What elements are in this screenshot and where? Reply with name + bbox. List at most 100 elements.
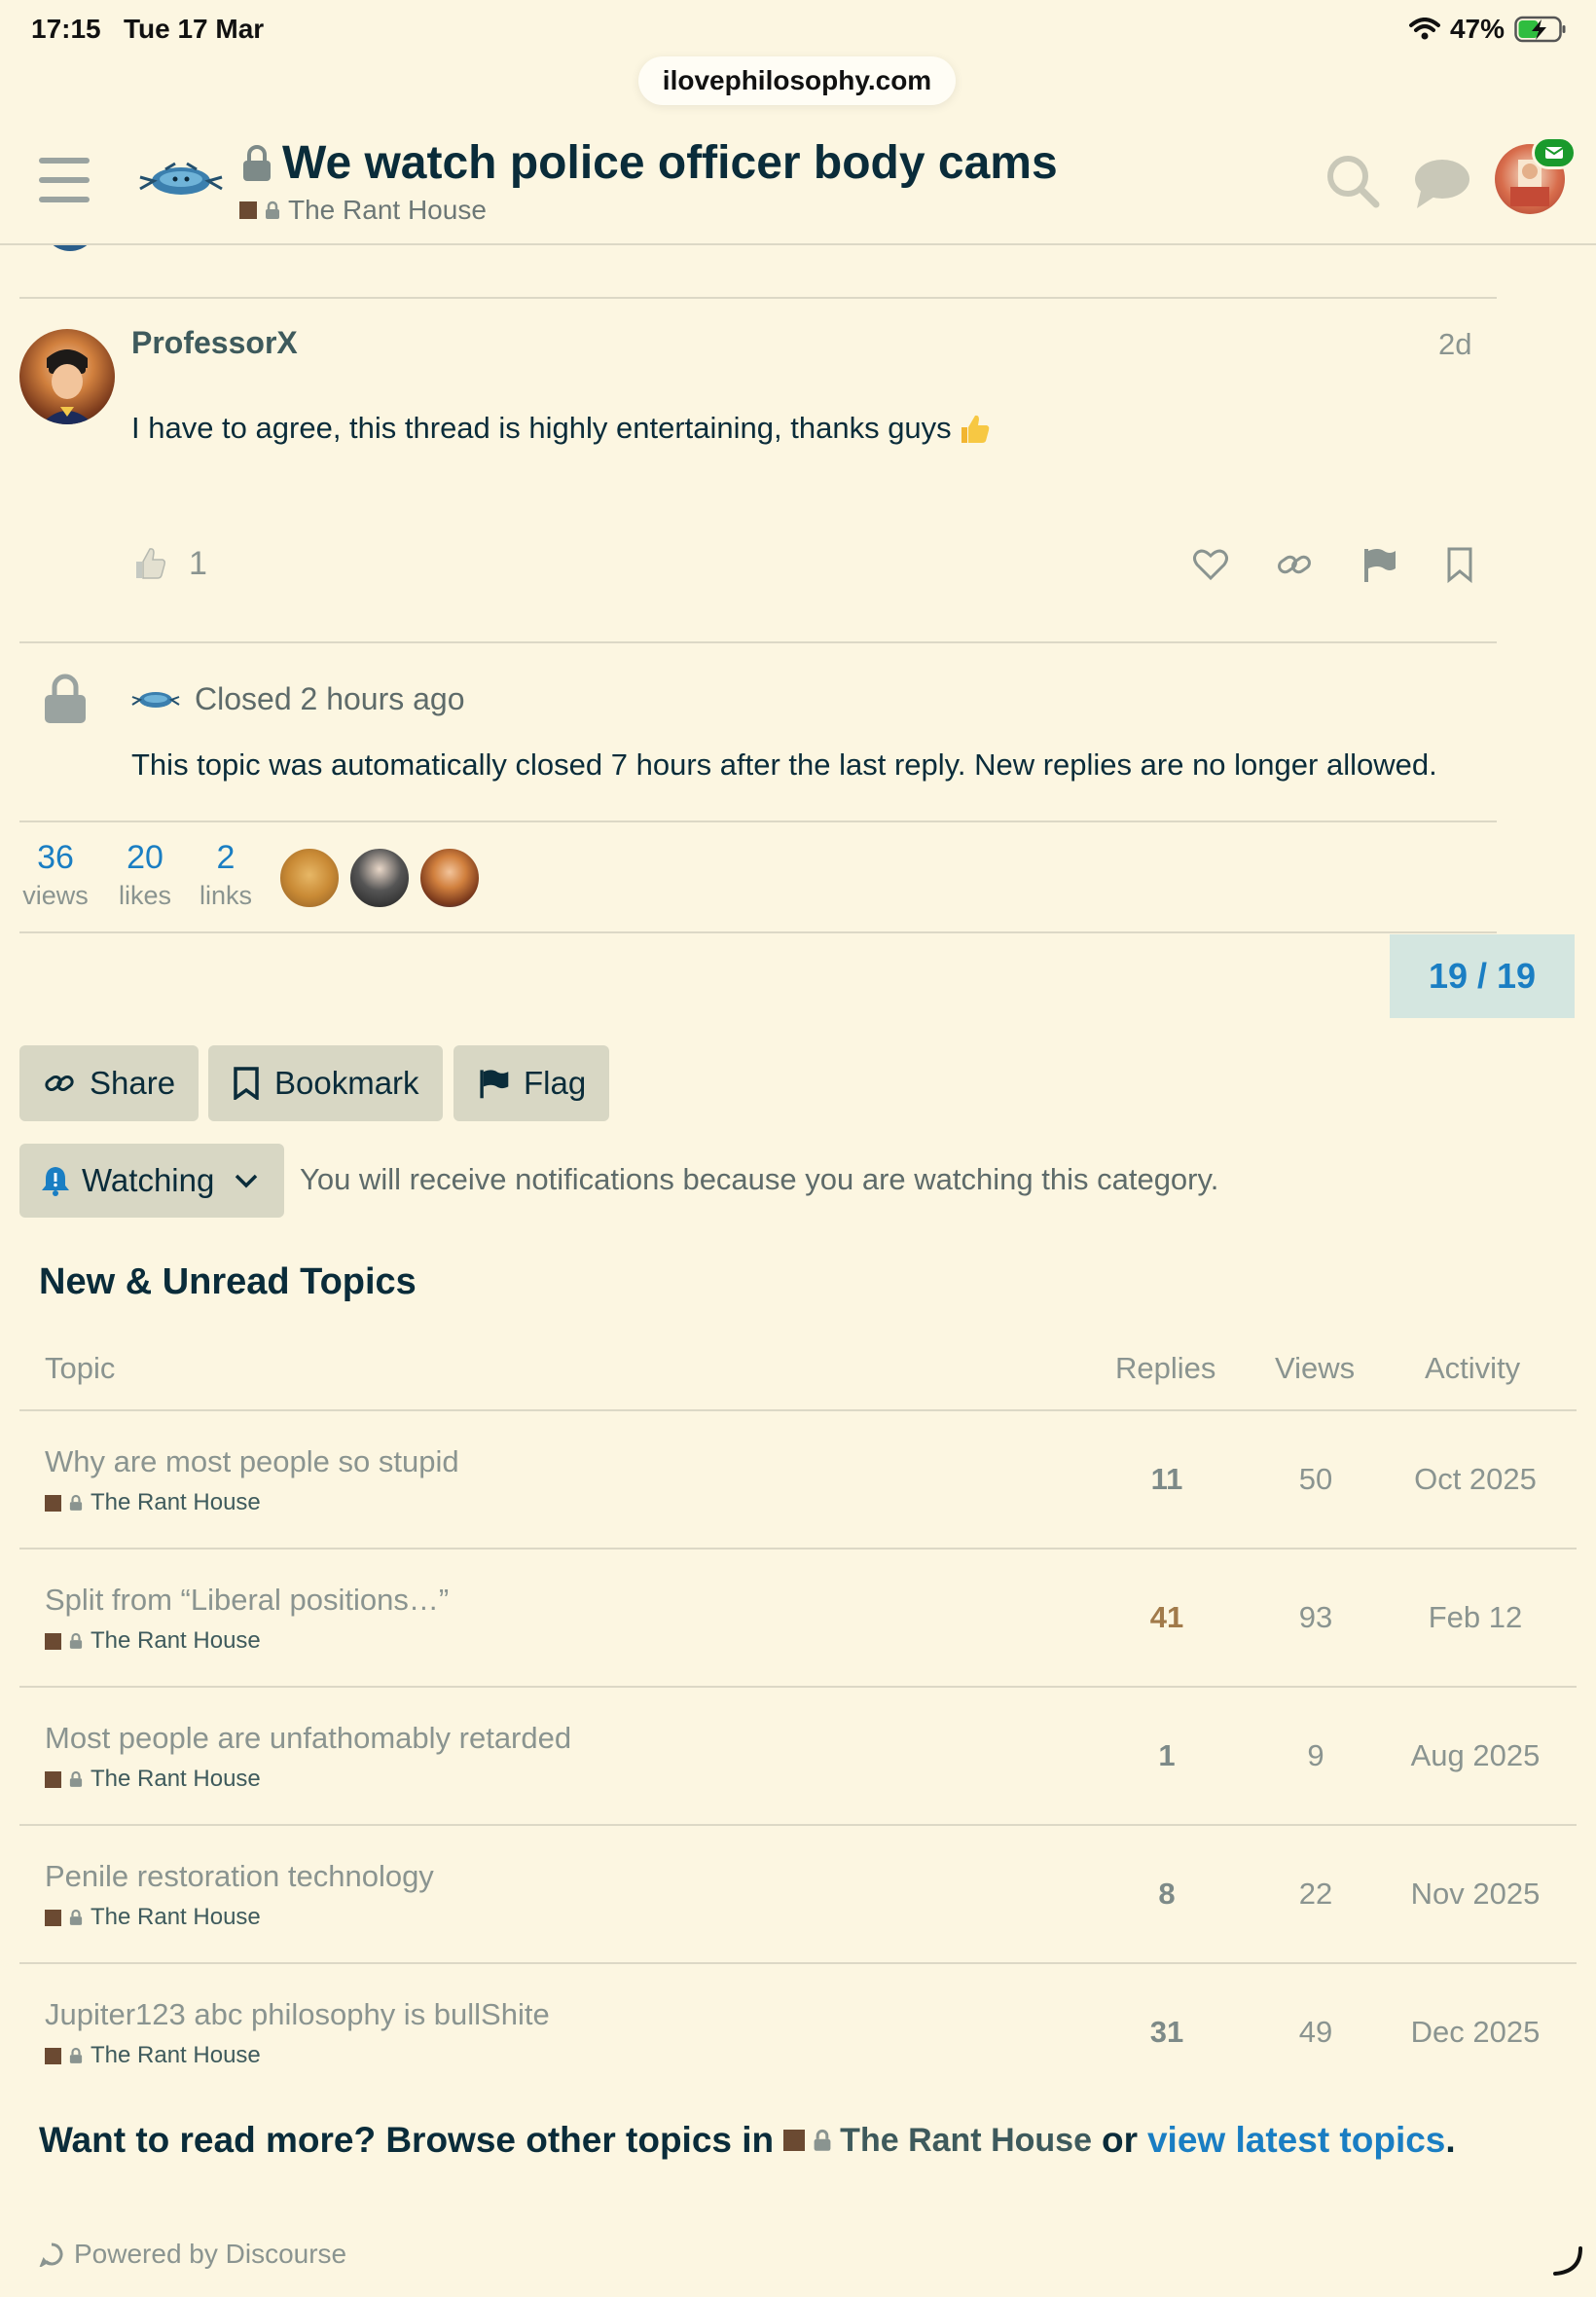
stat-views: 36 views — [22, 839, 89, 910]
notification-level-dropdown[interactable]: Watching — [19, 1144, 284, 1218]
lock-icon — [814, 2129, 831, 2151]
resize-corner-icon — [1553, 2246, 1582, 2276]
lock-icon — [69, 2047, 83, 2063]
lock-icon — [69, 1632, 83, 1649]
replies-count[interactable]: 41 — [1119, 1600, 1215, 1635]
column-header-views[interactable]: Views — [1275, 1351, 1355, 1386]
lock-icon — [69, 1494, 83, 1511]
category-color-square — [239, 201, 257, 219]
topic-link[interactable]: Why are most people so stupid — [45, 1444, 459, 1479]
thumbs-up-icon — [136, 548, 165, 579]
lock-icon — [266, 201, 279, 219]
topic-link[interactable]: Most people are unfathomably retarded — [45, 1721, 571, 1756]
flag-icon[interactable] — [1359, 545, 1397, 584]
previous-post-avatar — [43, 245, 97, 251]
flag-button[interactable]: Flag — [453, 1045, 610, 1121]
browse-category-link[interactable]: The Rant House — [783, 2122, 1092, 2160]
bell-exclamation-icon — [42, 1167, 69, 1196]
participant-avatar[interactable] — [418, 847, 481, 909]
battery-charging-icon — [1514, 16, 1566, 43]
activity-date[interactable]: Dec 2025 — [1392, 2015, 1559, 2050]
post-date[interactable]: 2d — [1438, 327, 1471, 362]
post-divider — [19, 297, 1497, 299]
flag-icon — [480, 1070, 509, 1099]
activity-date[interactable]: Nov 2025 — [1392, 1877, 1559, 1912]
views-count: 22 — [1298, 1877, 1333, 1911]
lock-icon — [45, 674, 86, 723]
lock-icon — [69, 1909, 83, 1925]
views-count: 49 — [1298, 2015, 1333, 2049]
chevron-down-icon — [236, 1174, 258, 1188]
category-color-square — [783, 2130, 806, 2151]
unread-messages-badge[interactable] — [1532, 136, 1577, 169]
topic-category-badge[interactable]: The Rant House — [45, 1489, 261, 1516]
column-header-activity[interactable]: Activity — [1425, 1351, 1520, 1386]
activity-date[interactable]: Aug 2025 — [1392, 1738, 1559, 1773]
category-color-square — [45, 1770, 61, 1788]
topic-category-badge[interactable]: The Rant House — [239, 195, 487, 226]
column-header-topic: Topic — [45, 1351, 116, 1385]
topic-link[interactable]: Split from “Liberal positions…” — [45, 1583, 449, 1618]
hamburger-menu-icon[interactable] — [39, 158, 90, 202]
chat-icon[interactable] — [1413, 156, 1471, 210]
link-icon[interactable] — [1275, 545, 1314, 584]
topic-link[interactable]: Jupiter123 abc philosophy is bullShite — [45, 1997, 550, 2032]
replies-count[interactable]: 1 — [1119, 1738, 1215, 1773]
post-progress-indicator[interactable]: 19 / 19 — [1390, 934, 1575, 1018]
topic-link[interactable]: Penile restoration technology — [45, 1859, 434, 1894]
wifi-icon — [1408, 18, 1440, 40]
bookmark-icon — [234, 1067, 259, 1100]
site-logo[interactable] — [136, 156, 226, 202]
closed-label: Closed 2 hours ago — [195, 681, 465, 716]
stat-links: 2 links — [199, 839, 252, 910]
view-latest-topics-link[interactable]: view latest topics — [1147, 2120, 1445, 2160]
topic-title[interactable]: We watch police officer body cams — [241, 136, 1058, 190]
link-icon — [45, 1075, 74, 1092]
topic-category-badge[interactable]: The Rant House — [45, 2042, 261, 2069]
lock-icon — [69, 1770, 83, 1787]
powered-by-discourse[interactable]: Powered by Discourse — [39, 2239, 346, 2270]
activity-date[interactable]: Oct 2025 — [1392, 1462, 1559, 1497]
heart-icon[interactable] — [1191, 545, 1230, 584]
column-header-replies[interactable]: Replies — [1115, 1351, 1215, 1386]
browse-more-message: Want to read more? Browse other topics i… — [39, 2120, 1456, 2160]
bookmark-icon[interactable] — [1440, 545, 1479, 584]
participant-avatar[interactable] — [278, 847, 341, 909]
envelope-icon — [1544, 147, 1564, 159]
notification-description: You will receive notifications because y… — [300, 1162, 1219, 1196]
stats-divider — [19, 820, 1497, 822]
stat-likes: 20 likes — [118, 839, 171, 910]
suggested-topics-heading: New & Unread Topics — [39, 1261, 417, 1302]
stats-divider — [19, 931, 1497, 933]
participant-avatar[interactable] — [348, 847, 411, 909]
share-button[interactable]: Share — [19, 1045, 200, 1121]
category-color-square — [45, 1632, 61, 1650]
topic-category-badge[interactable]: The Rant House — [45, 1766, 261, 1793]
replies-count[interactable]: 8 — [1119, 1877, 1215, 1912]
replies-count[interactable]: 31 — [1119, 2015, 1215, 2050]
search-icon[interactable] — [1324, 152, 1382, 210]
closed-message: This topic was automatically closed 7 ho… — [131, 747, 1437, 782]
post-author-avatar[interactable] — [19, 329, 115, 424]
header-divider — [0, 243, 1596, 245]
post-username[interactable]: ProfessorX — [131, 325, 298, 361]
category-color-square — [45, 1494, 61, 1512]
views-count: 50 — [1298, 1462, 1333, 1496]
activity-date[interactable]: Feb 12 — [1392, 1600, 1559, 1635]
system-avatar — [131, 692, 180, 708]
status-indicators: 47% — [1408, 14, 1567, 45]
views-count: 9 — [1307, 1738, 1324, 1772]
topic-category-badge[interactable]: The Rant House — [45, 1627, 261, 1655]
like-count[interactable]: 1 — [189, 545, 207, 583]
category-color-square — [45, 1909, 61, 1926]
url-bar[interactable]: ilovephilosophy.com — [638, 56, 956, 105]
post-divider — [19, 641, 1497, 643]
topic-category-badge[interactable]: The Rant House — [45, 1904, 261, 1931]
discourse-logo-icon — [39, 2242, 63, 2267]
bookmark-button[interactable]: Bookmark — [208, 1045, 443, 1121]
replies-count[interactable]: 11 — [1119, 1462, 1215, 1497]
battery-percent: 47% — [1449, 14, 1505, 44]
lock-icon — [243, 144, 271, 181]
views-count: 93 — [1298, 1600, 1333, 1634]
category-color-square — [45, 2047, 61, 2064]
